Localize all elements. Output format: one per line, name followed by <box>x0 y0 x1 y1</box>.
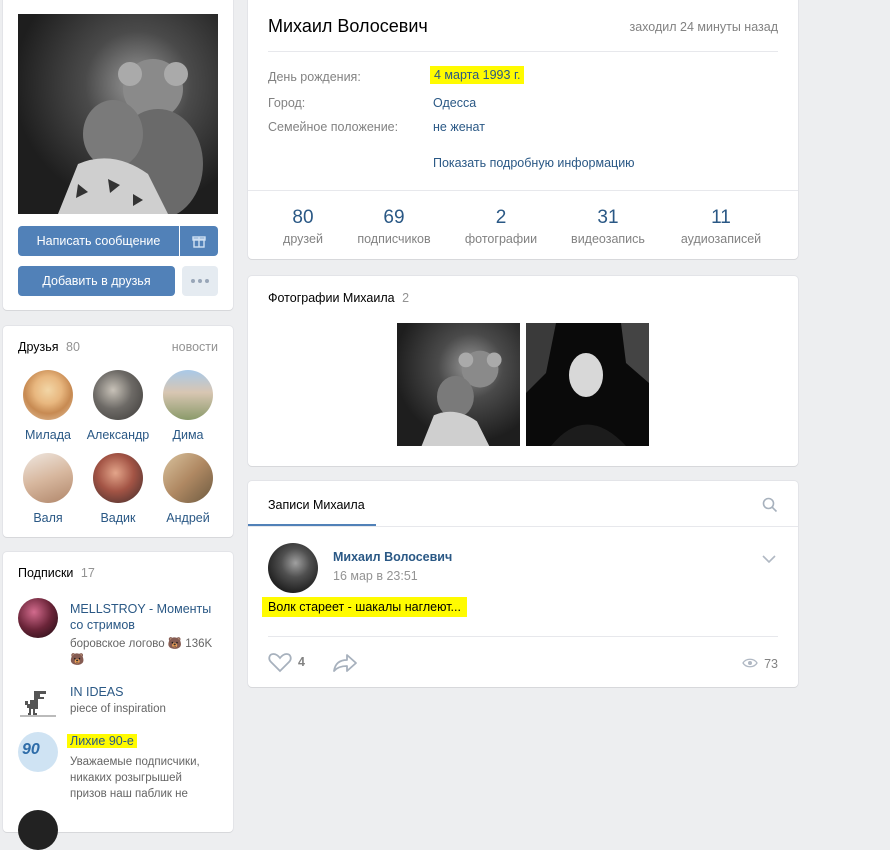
stat-number: 31 <box>597 207 619 228</box>
photos-header[interactable]: Фотографии Михаила 2 <box>268 291 409 305</box>
tab-label: Записи Михаила <box>268 498 365 512</box>
add-friend-button[interactable]: Добавить в друзья <box>18 266 175 296</box>
photos-count: 2 <box>402 291 410 305</box>
divider <box>248 190 798 191</box>
friend-name[interactable]: Андрей <box>148 511 228 525</box>
post-text: Волк стареет - шакалы наглеют... <box>262 597 467 617</box>
photo-thumbnail[interactable] <box>526 323 649 446</box>
show-more-link[interactable]: Показать подробную информацию <box>433 156 635 170</box>
friend-name[interactable]: Александр <box>78 428 158 442</box>
profile-name: Михаил Волосевич <box>268 16 428 36</box>
friend-name[interactable]: Валя <box>8 511 88 525</box>
subscriptions-card: Подписки 17 MELLSTROY - Моменты со стрим… <box>3 552 233 850</box>
subscriptions-title: Подписки <box>18 566 74 580</box>
profile-photo-card: Написать сообщение Добавить в друзья <box>3 0 233 310</box>
views-count: 73 <box>764 657 778 671</box>
photo-thumbnail[interactable] <box>397 323 520 446</box>
group-avatar[interactable]: 90 <box>18 732 58 772</box>
stat-number: 2 <box>495 207 507 228</box>
friend-name[interactable]: Вадик <box>78 511 158 525</box>
friend-avatar[interactable] <box>163 370 213 420</box>
send-message-button[interactable]: Написать сообщение <box>18 226 179 256</box>
chevron-down-icon[interactable] <box>762 555 776 563</box>
post-author-name[interactable]: Михаил Волосевич <box>333 550 452 564</box>
like-count: 4 <box>298 655 305 669</box>
stat-number: 80 <box>292 207 314 228</box>
post-views: 73 <box>742 656 778 671</box>
friend-name[interactable]: Милада <box>8 428 88 442</box>
stat-number: 69 <box>383 207 405 228</box>
wall-card: Записи Михаила Михаил Волосевич 16 мар в… <box>248 481 798 687</box>
relationship-value[interactable]: не женат <box>433 120 485 134</box>
share-icon[interactable] <box>332 653 358 673</box>
more-dots-icon <box>191 279 209 283</box>
stat-number: 11 <box>711 207 731 228</box>
profile-photo[interactable] <box>18 14 218 214</box>
group-name[interactable]: MELLSTROY - Моменты со стримов <box>70 601 220 633</box>
friends-header[interactable]: Друзья 80 <box>18 340 80 354</box>
birthday-value[interactable]: 4 марта 1993 г. <box>430 66 525 84</box>
last-seen: заходил 24 минуты назад <box>629 20 779 34</box>
city-label: Город: <box>268 96 306 110</box>
heart-icon <box>268 653 292 673</box>
post-author-avatar[interactable] <box>268 543 318 593</box>
friend-name[interactable]: Дима <box>148 428 228 442</box>
friends-count: 80 <box>66 340 80 354</box>
city-value[interactable]: Одесса <box>433 96 476 110</box>
divider <box>268 51 778 52</box>
group-name[interactable]: IN IDEAS <box>70 685 220 699</box>
birthday-label: День рождения: <box>268 70 361 84</box>
friends-title: Друзья <box>18 340 59 354</box>
gift-button[interactable] <box>180 226 218 256</box>
friend-avatar[interactable] <box>23 370 73 420</box>
group-description: piece of inspiration <box>70 703 166 715</box>
group-avatar[interactable] <box>18 810 58 850</box>
subscriptions-header[interactable]: Подписки 17 <box>18 566 95 580</box>
photos-card: Фотографии Михаила 2 <box>248 276 798 466</box>
post-date[interactable]: 16 мар в 23:51 <box>333 569 418 583</box>
friends-card: Друзья 80 новости Милада Александр Дима … <box>3 326 233 537</box>
friend-avatar[interactable] <box>93 370 143 420</box>
subscriptions-count: 17 <box>80 566 95 580</box>
friend-avatar[interactable] <box>23 453 73 503</box>
group-name[interactable]: Лихие 90-е <box>67 734 137 748</box>
group-avatar[interactable] <box>18 598 58 638</box>
friend-avatar[interactable] <box>93 453 143 503</box>
stat-label: видеозапись <box>571 232 645 246</box>
dino-icon <box>20 691 56 717</box>
friends-news-link[interactable]: новости <box>172 340 218 354</box>
group-avatar[interactable] <box>18 683 58 723</box>
divider <box>268 636 778 637</box>
profile-info-card: Михаил Волосевич заходил 24 минуты назад… <box>248 0 798 259</box>
tab-wall-posts[interactable]: Записи Михаила <box>248 481 376 526</box>
photos-title: Фотографии Михаила <box>268 291 395 305</box>
relationship-label: Семейное положение: <box>268 120 399 134</box>
stat-label: аудиозаписей <box>680 232 762 246</box>
eye-icon <box>742 658 758 668</box>
search-icon[interactable] <box>762 497 778 513</box>
friend-avatar[interactable] <box>163 453 213 503</box>
group-logo-90: 90 <box>22 741 40 758</box>
group-description: боровское логово 🐻 136K 🐻 <box>70 638 213 666</box>
divider <box>248 526 798 527</box>
stat-label: фотографии <box>464 232 538 246</box>
more-actions-button[interactable] <box>182 266 218 296</box>
gift-icon <box>192 236 206 248</box>
stat-label: подписчиков <box>357 232 431 246</box>
group-description: Уважаемые подписчики, никаких розыгрышей… <box>70 756 200 800</box>
